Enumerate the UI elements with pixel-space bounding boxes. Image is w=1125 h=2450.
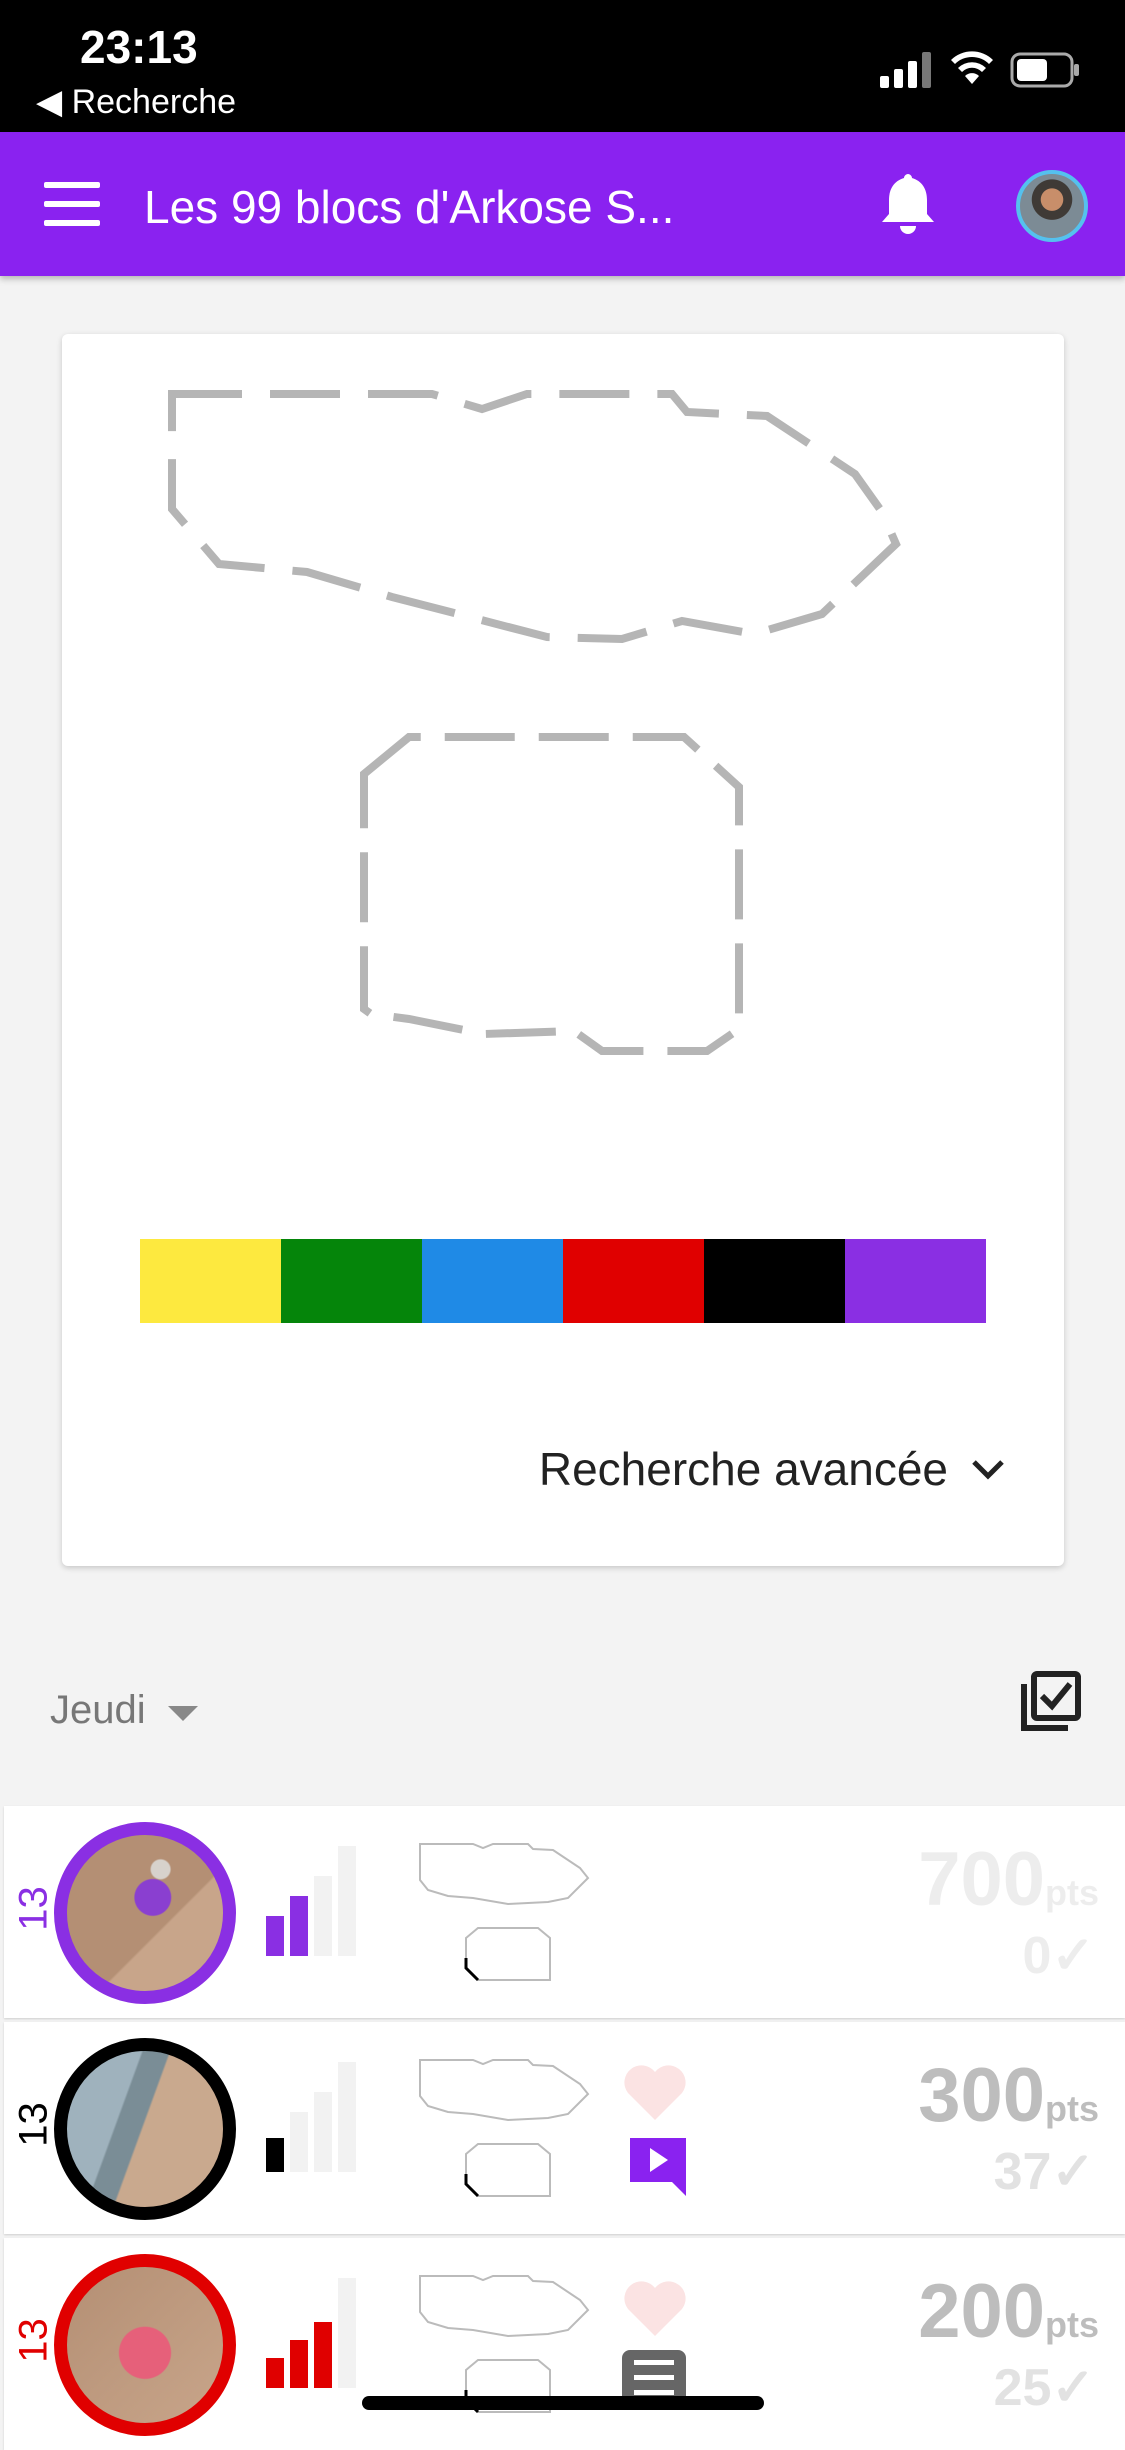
video-icon[interactable] [626, 2134, 690, 2196]
color-filter-yellow[interactable] [140, 1239, 281, 1323]
problem-number: 13 [11, 2102, 56, 2147]
problem-photo [54, 1822, 236, 2004]
advanced-search-toggle[interactable]: Recherche avancée [539, 1442, 1008, 1496]
ascent-value: 25 [993, 2359, 1052, 2417]
color-filter-green[interactable] [281, 1239, 422, 1323]
color-filter-black[interactable] [704, 1239, 845, 1323]
color-filter-bar [140, 1239, 986, 1323]
back-to-app-link[interactable]: ◀ Recherche [36, 82, 236, 122]
points-unit: pts [1045, 1872, 1099, 1913]
page-title: Les 99 blocs d'Arkose S... [144, 181, 675, 233]
problem-points: 300pts [918, 2052, 1099, 2139]
problem-row[interactable]: 13 700pts 0✓ [4, 1806, 1125, 2018]
color-filter-purple[interactable] [845, 1239, 986, 1323]
favorite-heart-icon[interactable] [620, 2276, 690, 2338]
problem-photo [54, 2254, 236, 2436]
problem-row[interactable]: 13 200pts 25✓ [4, 2238, 1125, 2450]
cellular-signal-icon [880, 52, 931, 88]
difficulty-bars-icon [266, 1846, 356, 1956]
ascent-count: 37✓ [993, 2143, 1095, 2201]
home-indicator[interactable] [362, 2396, 764, 2410]
menu-icon[interactable] [44, 182, 100, 226]
check-all-icon[interactable] [1020, 1668, 1084, 1732]
back-label: Recherche [71, 83, 237, 121]
problem-photo [54, 2038, 236, 2220]
status-bar: 23:13 ◀ Recherche [0, 0, 1125, 132]
wall-sector-main [168, 390, 901, 644]
status-time: 23:13 [80, 21, 198, 73]
favorite-heart-icon[interactable] [620, 2060, 690, 2122]
color-filter-blue[interactable] [422, 1239, 563, 1323]
problem-number: 13 [11, 1886, 56, 1931]
problem-points: 200pts [918, 2268, 1099, 2355]
problem-location-minimap [419, 1843, 590, 1982]
wall-sector-island [360, 733, 743, 1055]
problem-row[interactable]: 13 300pts 37✓ [4, 2022, 1125, 2234]
app-bar: Les 99 blocs d'Arkose S... [0, 132, 1125, 276]
points-value: 200 [918, 2269, 1045, 2354]
color-filter-red[interactable] [563, 1239, 704, 1323]
gym-map-card: Recherche avancée [62, 334, 1064, 1566]
ascent-count: 0✓ [1022, 1927, 1096, 1985]
problem-location-minimap [419, 2059, 590, 2198]
battery-icon [1010, 52, 1079, 88]
points-value: 300 [918, 2053, 1045, 2138]
points-unit: pts [1045, 2088, 1099, 2129]
ascent-count: 25✓ [993, 2359, 1095, 2417]
chevron-down-icon [972, 1460, 1004, 1480]
user-avatar[interactable] [1016, 170, 1088, 242]
caret-down-icon [167, 1706, 198, 1721]
notification-bell-icon[interactable] [878, 170, 938, 238]
difficulty-bars-icon [266, 2278, 356, 2388]
wifi-icon [951, 51, 993, 84]
ascent-value: 0 [1022, 1927, 1052, 1985]
ascent-value: 37 [993, 2143, 1052, 2201]
gym-wall-map[interactable] [62, 334, 1064, 1174]
problem-number: 13 [11, 2318, 56, 2363]
points-value: 700 [918, 1837, 1045, 1922]
problem-points: 700pts [918, 1836, 1099, 1923]
advanced-search-label: Recherche avancée [538, 1443, 948, 1495]
day-filter-value: Jeudi [50, 1688, 146, 1732]
points-unit: pts [1045, 2304, 1099, 2345]
day-filter-dropdown[interactable]: Jeudi [50, 1688, 198, 1733]
difficulty-bars-icon [266, 2062, 356, 2172]
